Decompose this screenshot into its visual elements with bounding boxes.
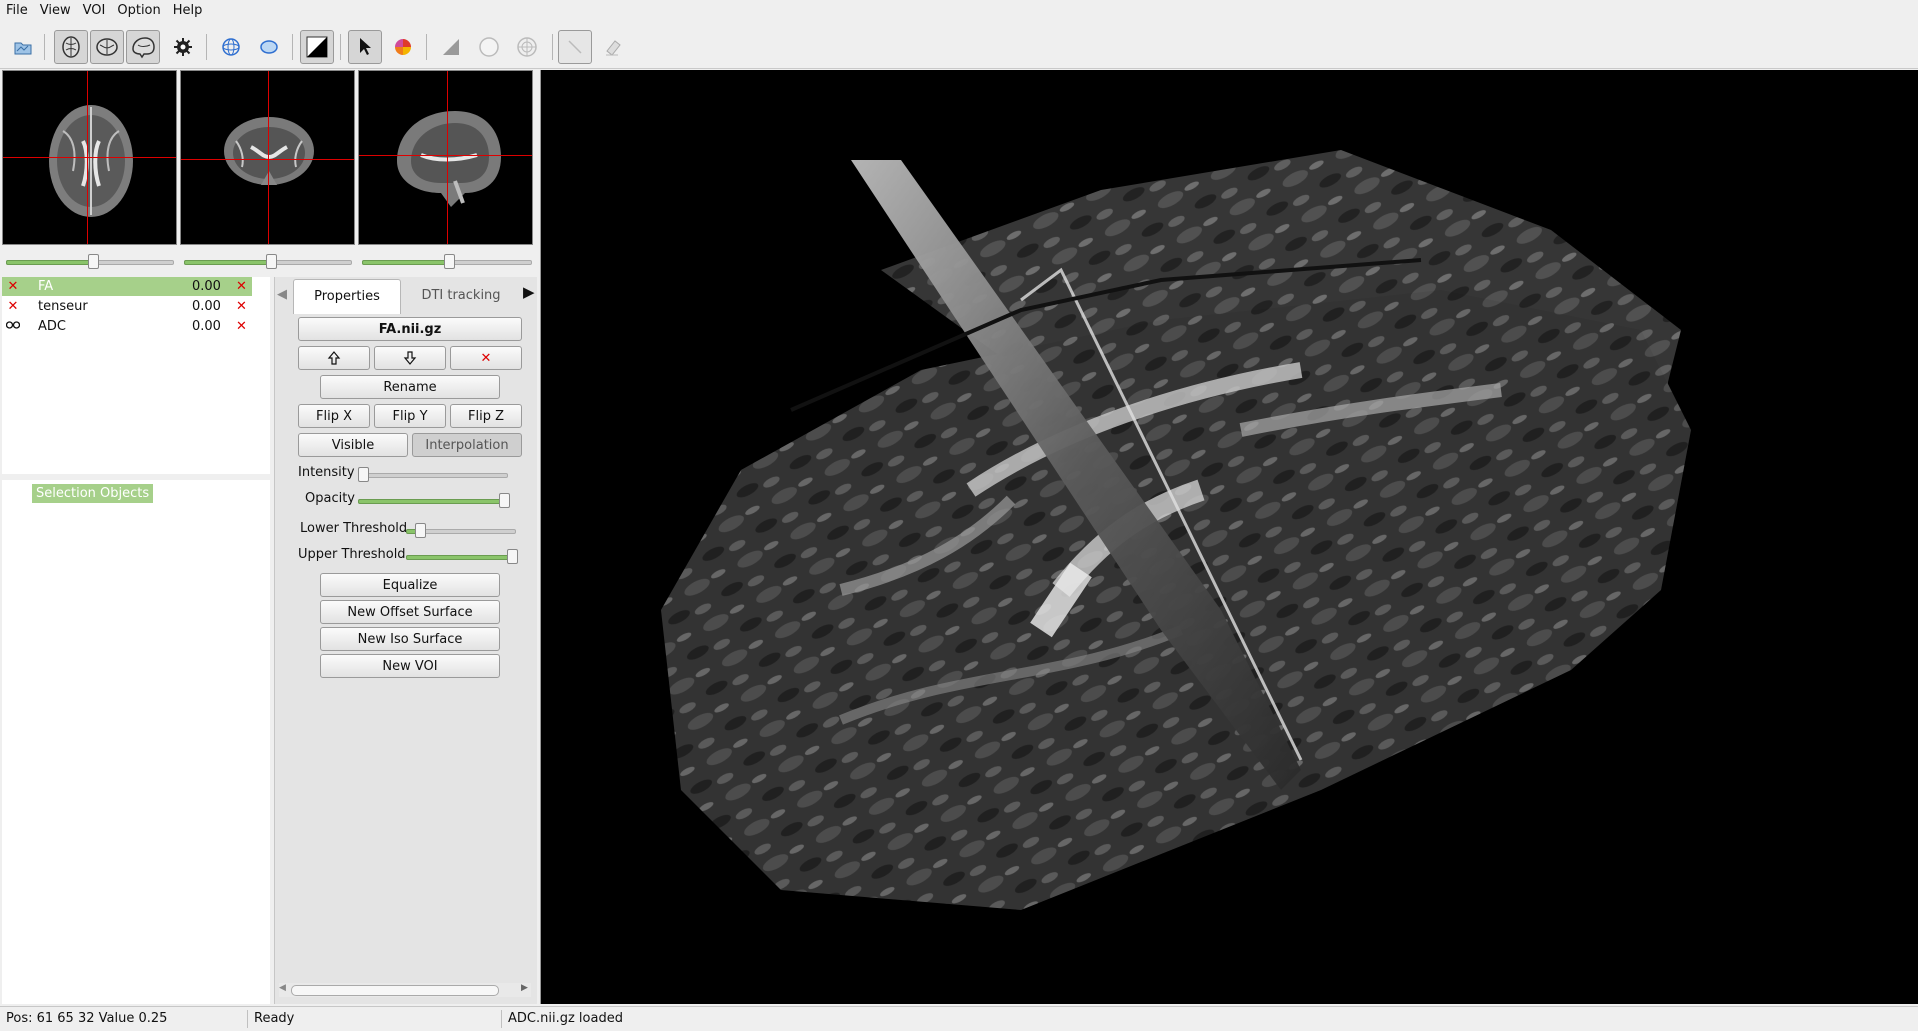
line-draw-icon[interactable] [558,30,592,64]
menu-option[interactable]: Option [111,0,166,22]
scroll-right-icon[interactable]: ▶ [521,983,528,993]
menu-view[interactable]: View [34,0,77,22]
dataset-filename: FA.nii.gz [298,317,522,341]
axial-slice-thumbnail[interactable] [2,70,177,245]
new-iso-surface-button[interactable]: New Iso Surface [320,627,500,651]
dataset-row-tenseur[interactable]: ✕ tenseur 0.00 ✕ [2,297,252,316]
new-offset-surface-button[interactable]: New Offset Surface [320,600,500,624]
dataset-value: 0.00 [192,319,221,334]
delete-icon[interactable]: ✕ [236,279,247,294]
dataset-name: FA [38,279,54,294]
dataset-name: ADC [38,319,66,334]
opacity-slider[interactable] [358,493,510,508]
move-down-button[interactable] [374,346,446,370]
intensity-slider[interactable] [358,467,508,482]
visible-toggle[interactable]: Visible [298,433,408,457]
dataset-value: 0.00 [192,299,221,314]
horizontal-scrollbar[interactable]: ◀ ▶ [279,983,531,997]
upper-threshold-slider[interactable] [406,549,518,564]
tab-scroll-right-icon[interactable]: ▶ [523,283,535,301]
pointer-icon[interactable] [348,30,382,64]
move-up-button[interactable] [298,346,370,370]
toolbar [0,22,1918,69]
coronal-view-icon[interactable] [90,30,124,64]
lower-threshold-label: Lower Threshold [300,521,408,536]
coronal-slice-slider[interactable] [184,254,352,269]
dataset-list: ✕ FA 0.00 ✕ ✕ tenseur 0.00 ✕ ADC 0.00 ✕ [2,277,270,474]
status-message: ADC.nii.gz loaded [508,1011,623,1026]
black-triangle-icon[interactable] [300,30,334,64]
equalize-button[interactable]: Equalize [320,573,500,597]
arrow-up-icon [327,351,341,365]
sphere-wireframe-icon[interactable] [214,30,248,64]
menu-voi[interactable]: VOI [77,0,112,22]
3d-view-canvas[interactable] [540,70,1918,1004]
ellipse-icon[interactable] [252,30,286,64]
rename-button[interactable]: Rename [320,375,500,399]
dataset-value: 0.00 [192,279,221,294]
red-x-icon: ✕ [480,350,492,366]
selection-objects-item[interactable]: Selection Objects [32,484,154,503]
flip-z-button[interactable]: Flip Z [450,404,522,428]
properties-panel: ◀ Properties DTI tracking ▶ FA.nii.gz ✕ … [274,277,537,1004]
tab-dti-tracking[interactable]: DTI tracking [405,279,517,313]
menu-file[interactable]: File [0,0,34,22]
gray-triangle-icon[interactable] [434,30,468,64]
tab-scroll-left-icon[interactable]: ◀ [277,287,287,302]
axial-brain-image [49,105,133,217]
lower-threshold-slider[interactable] [406,523,516,538]
menu-bar: File View VOI Option Help [0,0,1918,22]
tab-properties[interactable]: Properties [293,279,401,314]
menu-help[interactable]: Help [167,0,209,22]
delete-dataset-button[interactable]: ✕ [450,346,522,370]
delete-icon[interactable]: ✕ [236,299,247,314]
dataset-name: tenseur [38,299,88,314]
scrollbar-thumb[interactable] [291,985,499,996]
flip-x-button[interactable]: Flip X [298,404,370,428]
3d-brain-slices-render [661,150,1691,910]
intensity-label: Intensity [298,465,355,480]
open-dataset-icon[interactable] [6,30,40,64]
target-icon[interactable] [510,30,544,64]
sagittal-view-icon[interactable] [126,30,160,64]
color-wheel-icon[interactable] [386,30,420,64]
flip-y-button[interactable]: Flip Y [374,404,446,428]
sagittal-brain-image [397,111,501,207]
axial-slice-slider[interactable] [6,254,174,269]
axial-view-icon[interactable] [54,30,88,64]
eraser-icon[interactable] [596,30,630,64]
circle-icon[interactable] [472,30,506,64]
dataset-row-fa[interactable]: ✕ FA 0.00 ✕ [2,277,252,296]
new-voi-button[interactable]: New VOI [320,654,500,678]
delete-icon[interactable]: ✕ [236,319,247,334]
sagittal-slice-slider[interactable] [362,254,532,269]
red-x-icon[interactable]: ✕ [6,299,20,314]
glasses-icon[interactable] [5,319,21,334]
scroll-left-icon[interactable]: ◀ [279,983,286,993]
opacity-label: Opacity [305,491,356,506]
interpolation-toggle[interactable]: Interpolation [412,433,522,457]
coronal-slice-thumbnail[interactable] [180,70,355,245]
red-x-icon[interactable]: ✕ [6,279,20,294]
settings-gear-icon[interactable] [166,30,200,64]
arrow-down-icon [403,351,417,365]
dataset-row-adc[interactable]: ADC 0.00 ✕ [2,317,252,336]
position-readout: Pos: 61 65 32 Value 0.25 [2,1010,248,1028]
sagittal-slice-thumbnail[interactable] [358,70,533,245]
status-state: Ready [250,1010,502,1028]
selection-objects-tree: Selection Objects [2,480,270,1004]
status-bar: Pos: 61 65 32 Value 0.25 Ready ADC.nii.g… [0,1006,1918,1031]
upper-threshold-label: Upper Threshold [298,547,406,562]
